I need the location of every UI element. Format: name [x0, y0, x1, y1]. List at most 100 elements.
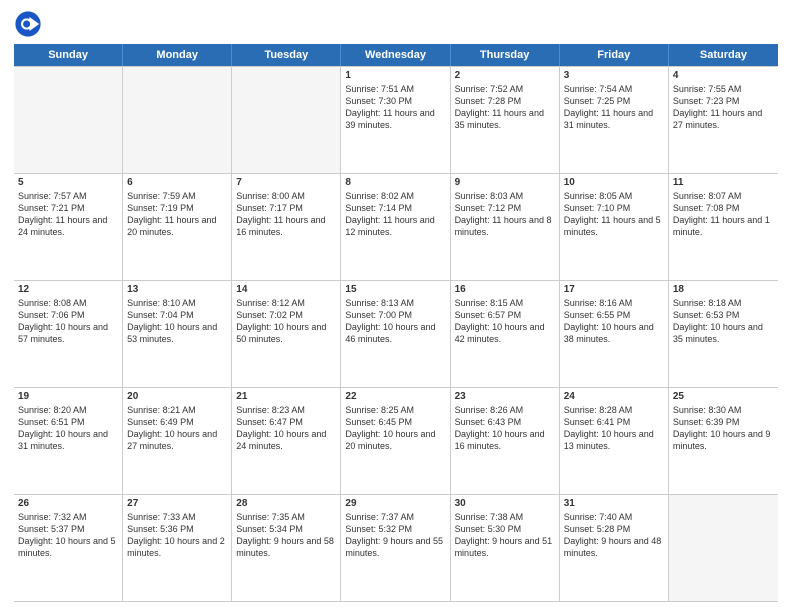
- sunrise-text: Sunrise: 8:16 AM: [564, 297, 664, 309]
- calendar-header: SundayMondayTuesdayWednesdayThursdayFrid…: [14, 44, 778, 66]
- sunset-text: Sunset: 5:36 PM: [127, 523, 227, 535]
- daylight-text: Daylight: 10 hours and 27 minutes.: [127, 428, 227, 452]
- daylight-text: Daylight: 9 hours and 51 minutes.: [455, 535, 555, 559]
- day-cell-10: 10Sunrise: 8:05 AMSunset: 7:10 PMDayligh…: [560, 174, 669, 280]
- daylight-text: Daylight: 11 hours and 31 minutes.: [564, 107, 664, 131]
- daylight-text: Daylight: 11 hours and 39 minutes.: [345, 107, 445, 131]
- sunrise-text: Sunrise: 7:54 AM: [564, 83, 664, 95]
- day-number: 7: [236, 177, 336, 188]
- sunset-text: Sunset: 6:47 PM: [236, 416, 336, 428]
- day-cell-23: 23Sunrise: 8:26 AMSunset: 6:43 PMDayligh…: [451, 388, 560, 494]
- sunrise-text: Sunrise: 8:20 AM: [18, 404, 118, 416]
- sunset-text: Sunset: 7:17 PM: [236, 202, 336, 214]
- sunset-text: Sunset: 5:34 PM: [236, 523, 336, 535]
- sunrise-text: Sunrise: 8:12 AM: [236, 297, 336, 309]
- sunrise-text: Sunrise: 8:18 AM: [673, 297, 774, 309]
- sunset-text: Sunset: 5:37 PM: [18, 523, 118, 535]
- sunset-text: Sunset: 7:08 PM: [673, 202, 774, 214]
- day-cell-22: 22Sunrise: 8:25 AMSunset: 6:45 PMDayligh…: [341, 388, 450, 494]
- day-header-sunday: Sunday: [14, 44, 123, 66]
- daylight-text: Daylight: 10 hours and 57 minutes.: [18, 321, 118, 345]
- day-number: 8: [345, 177, 445, 188]
- day-number: 18: [673, 284, 774, 295]
- daylight-text: Daylight: 10 hours and 50 minutes.: [236, 321, 336, 345]
- day-cell-30: 30Sunrise: 7:38 AMSunset: 5:30 PMDayligh…: [451, 495, 560, 601]
- sunset-text: Sunset: 7:14 PM: [345, 202, 445, 214]
- calendar-row-0: 1Sunrise: 7:51 AMSunset: 7:30 PMDaylight…: [14, 66, 778, 174]
- day-cell-24: 24Sunrise: 8:28 AMSunset: 6:41 PMDayligh…: [560, 388, 669, 494]
- day-cell-11: 11Sunrise: 8:07 AMSunset: 7:08 PMDayligh…: [669, 174, 778, 280]
- daylight-text: Daylight: 11 hours and 1 minute.: [673, 214, 774, 238]
- daylight-text: Daylight: 10 hours and 13 minutes.: [564, 428, 664, 452]
- sunrise-text: Sunrise: 8:05 AM: [564, 190, 664, 202]
- day-header-saturday: Saturday: [669, 44, 778, 66]
- daylight-text: Daylight: 11 hours and 8 minutes.: [455, 214, 555, 238]
- daylight-text: Daylight: 10 hours and 16 minutes.: [455, 428, 555, 452]
- day-number: 6: [127, 177, 227, 188]
- daylight-text: Daylight: 11 hours and 35 minutes.: [455, 107, 555, 131]
- sunset-text: Sunset: 6:43 PM: [455, 416, 555, 428]
- daylight-text: Daylight: 11 hours and 16 minutes.: [236, 214, 336, 238]
- empty-cell: [669, 495, 778, 601]
- sunrise-text: Sunrise: 8:08 AM: [18, 297, 118, 309]
- daylight-text: Daylight: 11 hours and 27 minutes.: [673, 107, 774, 131]
- logo: [14, 10, 46, 38]
- logo-icon: [14, 10, 42, 38]
- daylight-text: Daylight: 10 hours and 9 minutes.: [673, 428, 774, 452]
- sunset-text: Sunset: 6:49 PM: [127, 416, 227, 428]
- daylight-text: Daylight: 10 hours and 24 minutes.: [236, 428, 336, 452]
- daylight-text: Daylight: 10 hours and 42 minutes.: [455, 321, 555, 345]
- day-number: 20: [127, 391, 227, 402]
- day-number: 13: [127, 284, 227, 295]
- daylight-text: Daylight: 10 hours and 5 minutes.: [18, 535, 118, 559]
- sunrise-text: Sunrise: 7:35 AM: [236, 511, 336, 523]
- day-cell-16: 16 Sunrise: 8:15 AMSunset: 6:57 PMDayligh…: [451, 281, 560, 387]
- empty-cell: [14, 67, 123, 173]
- daylight-text: Daylight: 10 hours and 31 minutes.: [18, 428, 118, 452]
- sunrise-text: Sunrise: 8:07 AM: [673, 190, 774, 202]
- sunrise-text: Sunrise: 8:21 AM: [127, 404, 227, 416]
- sunrise-text: Sunrise: 7:59 AM: [127, 190, 227, 202]
- sunrise-text: Sunrise: 8:00 AM: [236, 190, 336, 202]
- sunset-text: Sunset: 6:39 PM: [673, 416, 774, 428]
- day-cell-28: 28 Sunrise: 7:35 AMSunset: 5:34 PMDayligh…: [232, 495, 341, 601]
- sunset-text: Sunset: 7:19 PM: [127, 202, 227, 214]
- day-number: 1: [345, 70, 445, 81]
- calendar: SundayMondayTuesdayWednesdayThursdayFrid…: [14, 44, 778, 602]
- calendar-row-1: 5Sunrise: 7:57 AMSunset: 7:21 PMDaylight…: [14, 174, 778, 281]
- day-cell-18: 18Sunrise: 8:18 AMSunset: 6:53 PMDayligh…: [669, 281, 778, 387]
- day-cell-31: 31Sunrise: 7:40 AMSunset: 5:28 PMDayligh…: [560, 495, 669, 601]
- day-cell-7: 7 Sunrise: 8:00 AMSunset: 7:17 PMDaylight…: [232, 174, 341, 280]
- day-number: 16: [455, 284, 555, 295]
- daylight-text: Daylight: 9 hours and 58 minutes.: [236, 535, 336, 559]
- sunset-text: Sunset: 5:32 PM: [345, 523, 445, 535]
- day-number: 24: [564, 391, 664, 402]
- sunrise-text: Sunrise: 7:57 AM: [18, 190, 118, 202]
- sunset-text: Sunset: 5:28 PM: [564, 523, 664, 535]
- sunset-text: Sunset: 7:04 PM: [127, 309, 227, 321]
- day-cell-25: 25Sunrise: 8:30 AMSunset: 6:39 PMDayligh…: [669, 388, 778, 494]
- sunrise-text: Sunrise: 7:51 AM: [345, 83, 445, 95]
- sunrise-text: Sunrise: 8:15 AM: [455, 297, 555, 309]
- day-number: 2: [455, 70, 555, 81]
- sunset-text: Sunset: 7:12 PM: [455, 202, 555, 214]
- day-number: 3: [564, 70, 664, 81]
- day-cell-15: 15Sunrise: 8:13 AMSunset: 7:00 PMDayligh…: [341, 281, 450, 387]
- header: [14, 10, 778, 38]
- sunset-text: Sunset: 7:30 PM: [345, 95, 445, 107]
- day-cell-12: 12Sunrise: 8:08 AMSunset: 7:06 PMDayligh…: [14, 281, 123, 387]
- day-number: 5: [18, 177, 118, 188]
- day-number: 26: [18, 498, 118, 509]
- sunset-text: Sunset: 7:02 PM: [236, 309, 336, 321]
- day-cell-29: 29Sunrise: 7:37 AMSunset: 5:32 PMDayligh…: [341, 495, 450, 601]
- empty-cell: [232, 67, 341, 173]
- day-cell-14: 14Sunrise: 8:12 AMSunset: 7:02 PMDayligh…: [232, 281, 341, 387]
- daylight-text: Daylight: 10 hours and 46 minutes.: [345, 321, 445, 345]
- daylight-text: Daylight: 9 hours and 55 minutes.: [345, 535, 445, 559]
- day-number: 28: [236, 498, 336, 509]
- day-cell-19: 19Sunrise: 8:20 AMSunset: 6:51 PMDayligh…: [14, 388, 123, 494]
- day-header-tuesday: Tuesday: [232, 44, 341, 66]
- day-cell-17: 17Sunrise: 8:16 AMSunset: 6:55 PMDayligh…: [560, 281, 669, 387]
- sunrise-text: Sunrise: 8:25 AM: [345, 404, 445, 416]
- sunset-text: Sunset: 6:57 PM: [455, 309, 555, 321]
